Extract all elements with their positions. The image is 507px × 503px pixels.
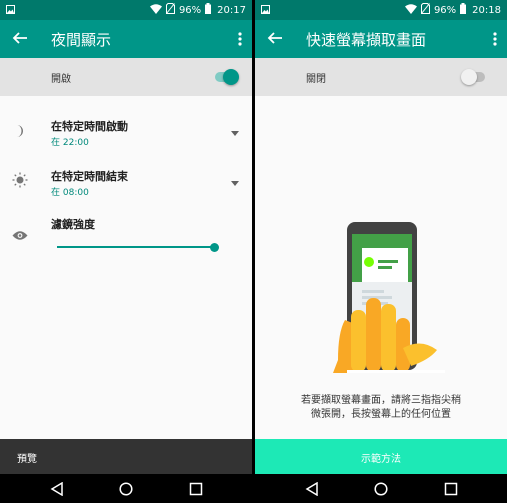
navigation-bar	[0, 474, 252, 503]
battery-percent: 96%	[433, 4, 457, 16]
image-icon	[261, 5, 270, 17]
quick-screenshot-screen: 96% 20:18 快速螢幕擷取畫面 關閉 若要擷取螢幕畫面，請將三指指尖稍 微…	[255, 0, 507, 503]
instruction-text: 若要擷取螢幕畫面，請將三指指尖稍 微張開，長按螢幕上的任何位置	[285, 394, 477, 422]
nav-home-icon[interactable]	[374, 481, 388, 500]
show-me-how-button[interactable]: 示範方法	[255, 439, 507, 474]
clock: 20:17	[217, 4, 246, 16]
instruction-line-1: 若要擷取螢幕畫面，請將三指指尖稍	[301, 395, 461, 406]
overflow-menu-icon[interactable]	[493, 31, 497, 50]
nav-back-icon[interactable]	[305, 481, 319, 500]
switch-label: 關閉	[306, 74, 326, 85]
preview-label: 預覽	[17, 454, 37, 465]
moon-icon	[12, 123, 26, 142]
wifi-icon	[149, 3, 162, 17]
wifi-icon	[404, 3, 417, 17]
eye-icon	[12, 226, 28, 245]
no-sim-icon	[165, 3, 175, 17]
back-arrow-icon[interactable]	[12, 30, 28, 50]
instruction-line-2: 微張開，長按螢幕上的任何位置	[311, 409, 451, 420]
toggle-switch[interactable]	[213, 69, 239, 85]
toggle-switch[interactable]	[461, 69, 487, 85]
navigation-bar	[255, 474, 507, 503]
filter-intensity-title: 濾鏡強度	[51, 218, 95, 231]
nav-home-icon[interactable]	[119, 481, 133, 500]
page-title: 快速螢幕擷取畫面	[306, 31, 427, 49]
start-time-value: 在 22:00	[51, 138, 89, 148]
page-title: 夜間顯示	[51, 31, 112, 49]
app-toolbar: 夜間顯示	[0, 20, 252, 58]
three-finger-gesture-illustration	[333, 220, 445, 379]
end-time-value: 在 08:00	[51, 188, 89, 198]
status-bar: 96% 20:18	[255, 0, 507, 20]
sun-icon	[12, 172, 28, 192]
nav-recents-icon[interactable]	[189, 481, 203, 500]
end-time-setting[interactable]: 在特定時間結束 在 08:00	[0, 162, 252, 204]
preview-bar[interactable]: 預覽	[0, 439, 252, 474]
master-switch-row[interactable]: 開啟	[0, 58, 252, 96]
status-bar: 96% 20:17	[0, 0, 252, 20]
intensity-slider-track[interactable]	[57, 246, 215, 248]
night-display-screen: 96% 20:17 夜間顯示 開啟 在特定時間啟動 在 22:00 在特定時間結…	[0, 0, 252, 503]
no-sim-icon	[420, 3, 430, 17]
nav-back-icon[interactable]	[50, 481, 64, 500]
battery-icon	[460, 3, 467, 17]
show-me-how-label: 示範方法	[361, 454, 401, 465]
end-time-title: 在特定時間結束	[51, 170, 128, 183]
clock: 20:18	[472, 4, 501, 16]
dropdown-icon[interactable]	[231, 121, 239, 140]
battery-percent: 96%	[178, 4, 202, 16]
switch-label: 開啟	[51, 74, 71, 85]
image-icon	[6, 5, 15, 17]
back-arrow-icon[interactable]	[267, 30, 283, 50]
battery-icon	[205, 3, 212, 17]
start-time-setting[interactable]: 在特定時間啟動 在 22:00	[0, 112, 252, 154]
app-toolbar: 快速螢幕擷取畫面	[255, 20, 507, 58]
dropdown-icon[interactable]	[231, 171, 239, 190]
intensity-slider-thumb[interactable]	[210, 243, 219, 252]
overflow-menu-icon[interactable]	[238, 31, 242, 50]
nav-recents-icon[interactable]	[444, 481, 458, 500]
start-time-title: 在特定時間啟動	[51, 120, 128, 133]
master-switch-row[interactable]: 關閉	[255, 58, 507, 96]
